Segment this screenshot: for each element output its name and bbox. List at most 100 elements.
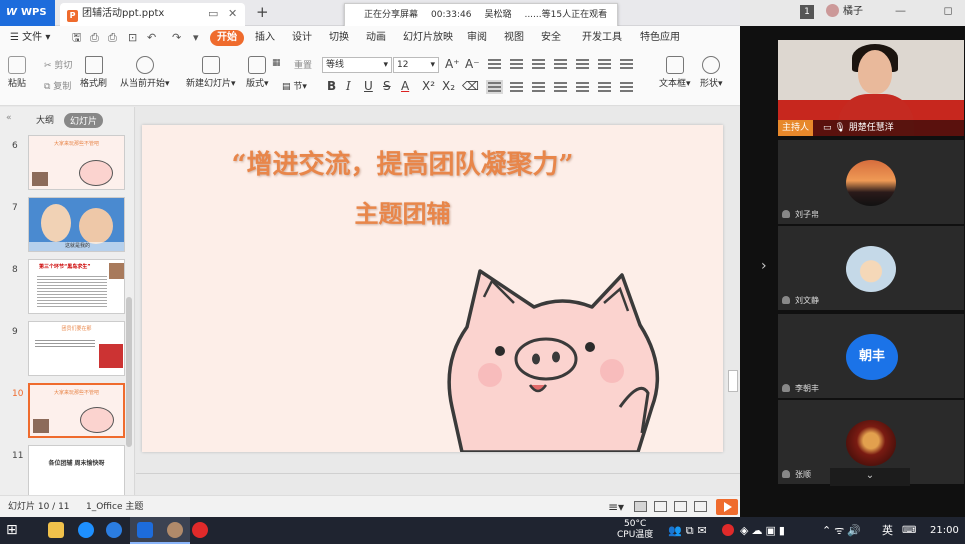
text-direction-icon[interactable] [598, 59, 611, 69]
format-painter-button[interactable]: 格式刷 [80, 56, 107, 89]
reset-button[interactable]: 重置 [294, 58, 312, 71]
tab-slideshow[interactable]: 幻灯片放映 [403, 26, 453, 50]
system-tray-icons[interactable]: 👥⧉✉ [668, 517, 711, 544]
tab-review[interactable]: 审阅 [467, 26, 487, 50]
tab-features[interactable]: 特色应用 [640, 26, 680, 50]
tab-start[interactable]: 开始 [210, 30, 244, 46]
close-tab-icon[interactable]: ✕ [228, 3, 237, 25]
tab-transition[interactable]: 切换 [329, 26, 349, 50]
participant-tile[interactable]: 刘文静 [778, 226, 964, 310]
ie-icon[interactable] [106, 522, 122, 538]
export-icon[interactable]: ⎙ [90, 26, 99, 50]
keyboard-icon[interactable]: ⌨ [902, 517, 916, 544]
shrink-font-icon[interactable]: A⁻ [465, 57, 480, 71]
reading-view-icon[interactable] [674, 501, 687, 512]
align-center-icon[interactable] [510, 82, 523, 92]
tab-developer[interactable]: 开发工具 [582, 26, 622, 50]
indent-icon[interactable] [554, 59, 567, 69]
cut-button[interactable]: ✂ 剪切 [44, 58, 72, 71]
tab-animation[interactable]: 动画 [366, 26, 386, 50]
vertical-align-icon[interactable] [620, 82, 633, 92]
tab-slides[interactable]: 幻灯片 [64, 113, 104, 128]
slide-sorter-icon[interactable] [654, 501, 667, 512]
subscript-icon[interactable]: X₂ [442, 79, 455, 93]
grow-font-icon[interactable]: A⁺ [445, 57, 460, 71]
outdent-icon[interactable] [532, 59, 545, 69]
superscript-icon[interactable]: X² [422, 79, 435, 93]
netease-music-icon[interactable] [192, 522, 208, 538]
document-tab[interactable]: P 团辅活动ppt.pptx ▭ ✕ [60, 3, 245, 26]
line-spacing-icon[interactable] [576, 59, 589, 69]
undo-icon[interactable]: ↶ [147, 26, 156, 50]
columns-icon[interactable] [620, 59, 633, 69]
distribute-icon[interactable] [576, 82, 589, 92]
wps-taskbar-active[interactable] [130, 517, 160, 544]
cpu-temp-widget[interactable]: 50°C CPU温度 [617, 519, 653, 541]
collapse-panel-icon[interactable]: « [6, 113, 12, 123]
ime-indicator[interactable]: 英 [882, 517, 893, 544]
windows-start-icon[interactable]: ⊞ [6, 522, 22, 538]
wps-home-button[interactable]: W WPS [0, 0, 55, 26]
slideshow-play-button[interactable] [716, 499, 738, 515]
comment-view-icon[interactable] [694, 501, 707, 512]
tab-view[interactable]: 视图 [504, 26, 524, 50]
tray-music-icon[interactable] [722, 524, 734, 536]
save-icon[interactable]: 🖫 [72, 26, 81, 50]
participant-tile[interactable]: 朝丰 李朝丰 [778, 314, 964, 398]
chevron-right-icon[interactable]: › [761, 258, 767, 274]
browser-icon[interactable] [78, 522, 94, 538]
notes-divider[interactable] [136, 473, 740, 474]
shape-button[interactable]: 形状▾ [700, 56, 723, 89]
user-name[interactable]: 橘子 [843, 6, 863, 17]
tray-status-icons[interactable]: ⌃ᯤ🔊 [822, 517, 864, 544]
layout-button[interactable]: 版式▾ [246, 56, 269, 89]
slide-title[interactable]: “增进交流，提高团队凝聚力” [142, 144, 723, 181]
tab-outline[interactable]: 大纲 [36, 113, 54, 126]
copy-button[interactable]: ⧉ 复制 [44, 79, 71, 92]
vertical-scrollbar[interactable] [728, 370, 738, 392]
new-tab-button[interactable]: + [256, 3, 269, 21]
redo-icon[interactable]: ↷ [172, 26, 181, 50]
avatar[interactable] [826, 4, 839, 17]
tray-app-icons[interactable]: ◈☁▣▮ [740, 517, 788, 544]
align-left-icon[interactable] [486, 80, 503, 94]
file-menu[interactable]: ☰ 文件 ▾ [10, 26, 50, 50]
align-right-icon[interactable] [532, 82, 545, 92]
tab-window-icon[interactable]: ▭ [208, 3, 218, 25]
paste-button[interactable]: 粘贴 [8, 56, 26, 89]
clock[interactable]: 21:00 [930, 517, 959, 544]
justify-icon[interactable] [554, 82, 567, 92]
new-slide-button[interactable]: 新建幻灯片▾ [186, 56, 236, 89]
page-badge[interactable]: 1 [800, 5, 814, 19]
preview-icon[interactable]: ⊡ [128, 26, 137, 50]
italic-icon[interactable]: I [346, 79, 351, 93]
window-controls[interactable]: — ◻ ✕ [895, 4, 965, 17]
font-family-select[interactable]: 等线 ▾ [322, 57, 392, 73]
normal-view-icon[interactable] [634, 501, 647, 512]
font-color-icon[interactable]: A [401, 79, 409, 93]
print-icon[interactable]: ⎙ [108, 26, 117, 50]
numbered-list-icon[interactable] [510, 59, 523, 69]
text-box-align-icon[interactable] [598, 82, 611, 92]
textbox-button[interactable]: 文本框▾ [659, 56, 691, 89]
section-button[interactable]: ▤ 节▾ [282, 79, 307, 92]
bold-icon[interactable]: B [327, 79, 336, 93]
section-icon[interactable]: ▦ [272, 58, 281, 68]
participant-tile[interactable]: 刘子帛 [778, 140, 964, 224]
tab-insert[interactable]: 插入 [255, 26, 275, 50]
tab-security[interactable]: 安全 [541, 26, 561, 50]
font-size-select[interactable]: 12 ▾ [393, 57, 439, 73]
more-icon[interactable]: ▾ [193, 26, 199, 50]
clear-format-icon[interactable]: ⌫ [462, 79, 479, 93]
file-explorer-icon[interactable] [48, 522, 64, 538]
underline-icon[interactable]: U [364, 79, 373, 93]
play-from-current-button[interactable]: 从当前开始▾ [120, 56, 170, 89]
current-slide[interactable]: “增进交流，提高团队凝聚力” 主题团辅 [142, 125, 723, 452]
meeting-taskbar-active[interactable] [160, 517, 190, 544]
strikethrough-icon[interactable]: S [383, 79, 391, 93]
tab-design[interactable]: 设计 [292, 26, 312, 50]
notes-toggle-icon[interactable]: ≡▾ [608, 496, 624, 518]
thumbnail-scrollbar[interactable] [126, 297, 132, 447]
theme-name[interactable]: 1_Office 主题 [86, 496, 143, 518]
scroll-down-button[interactable]: ⌄ [830, 468, 910, 486]
